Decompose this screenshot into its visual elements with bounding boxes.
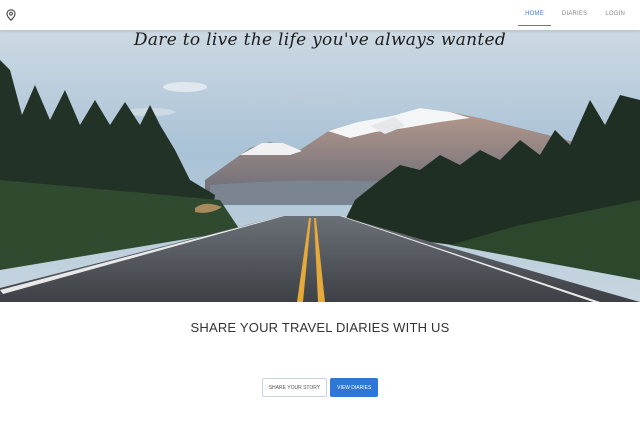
view-diaries-button[interactable]: VIEW DIARIES [330, 378, 379, 397]
page-heading: SHARE YOUR TRAVEL DIARIES WITH US [190, 320, 450, 335]
hero-image [0, 30, 640, 302]
hero-tagline: Dare to live the life you've always want… [133, 30, 507, 50]
location-pin-icon[interactable] [6, 8, 16, 21]
top-navbar: HOME DIARIES LOGIN [0, 0, 640, 30]
nav-login-link[interactable]: LOGIN [596, 0, 634, 30]
nav-links: HOME DIARIES LOGIN [516, 0, 634, 30]
cta-buttons: SHARE YOUR STORY VIEW DIARIES [0, 378, 640, 397]
nav-diaries-link[interactable]: DIARIES [553, 0, 596, 30]
nav-home-link[interactable]: HOME [516, 0, 553, 30]
share-story-button[interactable]: SHARE YOUR STORY [261, 378, 328, 397]
